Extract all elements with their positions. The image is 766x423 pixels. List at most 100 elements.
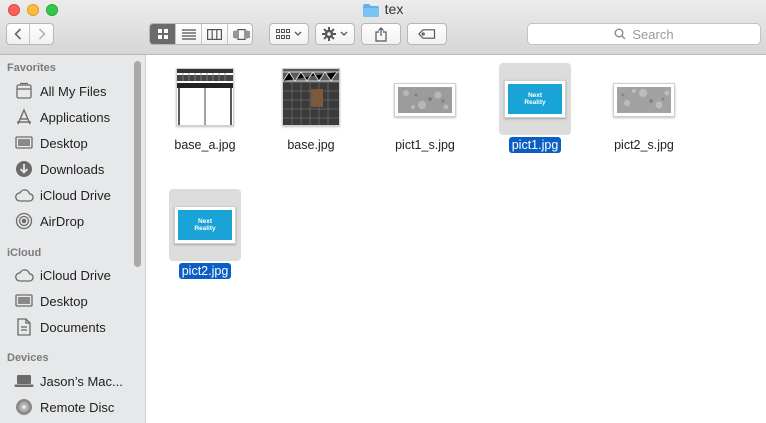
sidebar-item-desktop[interactable]: Desktop (14, 290, 88, 312)
icon-view-button[interactable] (150, 24, 176, 44)
sidebar-item-downloads[interactable]: Downloads (14, 158, 104, 180)
cover-flow-button[interactable] (228, 24, 254, 44)
sidebar-scroll-thumb[interactable] (134, 61, 141, 267)
file-name-text: base.jpg (287, 138, 335, 152)
sidebar-scrollbar[interactable] (133, 59, 141, 419)
file-name-text: pict1.jpg (508, 137, 562, 153)
file-name: base.jpg (261, 138, 361, 152)
window-title-text: tex (384, 1, 404, 17)
sidebar-item-remote-disc[interactable]: Remote Disc (14, 396, 114, 418)
file-item[interactable]: Next Reality pict1.jpg (485, 59, 585, 169)
tag-icon (418, 29, 436, 39)
file-name: pict2_s.jpg (594, 138, 694, 152)
file-thumbnail-wrap (275, 63, 347, 135)
icon-view-icon (157, 29, 168, 39)
nav-buttons (6, 23, 54, 45)
sidebar-item-label: Jason’s Mac... (40, 373, 123, 389)
sidebar-item-label: Remote Disc (40, 399, 115, 415)
file-item[interactable]: base.jpg (261, 59, 361, 169)
laptop-icon (14, 371, 34, 391)
chevron-right-icon (38, 28, 46, 40)
arrange-button-inner (270, 24, 308, 44)
applications-icon (14, 107, 34, 127)
column-view-button[interactable] (202, 24, 228, 44)
file-item[interactable]: pict1_s.jpg (375, 59, 475, 169)
sidebar-item-label: iCloud Drive (40, 187, 111, 203)
chevron-down-icon (294, 31, 302, 36)
sidebar-item-applications[interactable]: Applications (14, 106, 110, 128)
file-item[interactable]: pict2_s.jpg (594, 59, 694, 169)
sidebar-item-label: iCloud Drive (40, 267, 111, 283)
gear-icon (322, 27, 336, 41)
sidebar-item-icloud-drive[interactable]: iCloud Drive (14, 264, 111, 286)
sidebar-item-airdrop[interactable]: AirDrop (14, 210, 84, 232)
file-thumbnail-wrap (608, 63, 680, 135)
share-button[interactable] (361, 23, 401, 45)
file-name-text: pict2.jpg (178, 263, 232, 279)
search-field-inner: Search (528, 24, 760, 44)
sidebar-item-label: Applications (40, 109, 111, 125)
file-thumbnail (394, 83, 456, 117)
share-icon (375, 26, 387, 42)
sidebar-item-label: Documents (40, 319, 106, 335)
file-name-text: pict2_s.jpg (614, 138, 674, 152)
chevron-left-icon (14, 28, 22, 40)
file-thumbnail (613, 83, 675, 117)
arrange-button[interactable] (269, 23, 309, 45)
sidebar: Favorites All My Files Applications Desk… (0, 55, 146, 423)
tag-button[interactable] (407, 23, 447, 45)
disc-icon (14, 397, 34, 417)
view-mode-control (149, 23, 253, 45)
file-thumbnail: Next Reality (504, 80, 566, 118)
folder-icon (362, 4, 379, 20)
desktop-icon (14, 133, 34, 153)
search-placeholder: Search (632, 26, 674, 42)
column-view-icon (207, 28, 222, 40)
sidebar-item-all-my-files[interactable]: All My Files (14, 80, 106, 102)
sidebar-item-label: Desktop (40, 135, 88, 151)
file-name: base_a.jpg (155, 138, 255, 152)
sidebar-item-label: Desktop (40, 293, 88, 309)
file-name-text: base_a.jpg (174, 138, 236, 152)
file-item[interactable]: Next Reality pict2.jpg (155, 185, 255, 295)
sidebar-item-label: AirDrop (40, 213, 85, 229)
cloud-icon (14, 185, 34, 205)
file-item[interactable]: base_a.jpg (155, 59, 255, 169)
back-button[interactable] (7, 24, 30, 44)
forward-button[interactable] (30, 24, 53, 44)
file-thumbnail (176, 68, 234, 126)
cover-flow-icon (232, 28, 250, 40)
search-field[interactable]: Search (527, 23, 761, 45)
file-thumbnail-wrap: Next Reality (499, 63, 571, 135)
file-name: pict1_s.jpg (375, 138, 475, 152)
sidebar-item-label: All My Files (40, 83, 107, 99)
action-button[interactable] (315, 23, 355, 45)
arrange-grid-icon (276, 29, 290, 39)
logo-text-line: Reality (524, 99, 546, 106)
sidebar-item-icloud-drive[interactable]: iCloud Drive (14, 184, 111, 206)
file-thumbnail-wrap: Next Reality (169, 189, 241, 261)
desktop-icon (14, 291, 34, 311)
sidebar-item-desktop[interactable]: Desktop (14, 132, 88, 154)
file-name-text: pict1_s.jpg (395, 138, 455, 152)
documents-icon (14, 317, 34, 337)
sidebar-section-favorites: Favorites (7, 62, 56, 74)
cloud-icon (14, 265, 34, 285)
sidebar-item-jasons-mac[interactable]: Jason’s Mac... (14, 370, 123, 392)
list-view-button[interactable] (176, 24, 202, 44)
action-button-inner (316, 24, 354, 44)
file-name: pict2.jpg (155, 263, 255, 279)
sidebar-item-documents[interactable]: Documents (14, 316, 106, 338)
logo-text-line: Reality (194, 225, 216, 232)
file-thumbnail-wrap (389, 63, 461, 135)
downloads-icon (14, 159, 34, 179)
tag-button-inner (408, 24, 446, 44)
file-thumbnail (282, 68, 340, 126)
window-title: tex (0, 1, 766, 20)
sidebar-section-icloud: iCloud (7, 247, 42, 259)
airdrop-icon (14, 211, 34, 231)
file-browser: base_a.jpg base.jpg pict1_s.jpg Next Rea… (146, 55, 766, 423)
toolbar: tex Search (0, 0, 766, 55)
sidebar-item-label: Downloads (40, 161, 105, 177)
all-files-icon (14, 81, 34, 101)
